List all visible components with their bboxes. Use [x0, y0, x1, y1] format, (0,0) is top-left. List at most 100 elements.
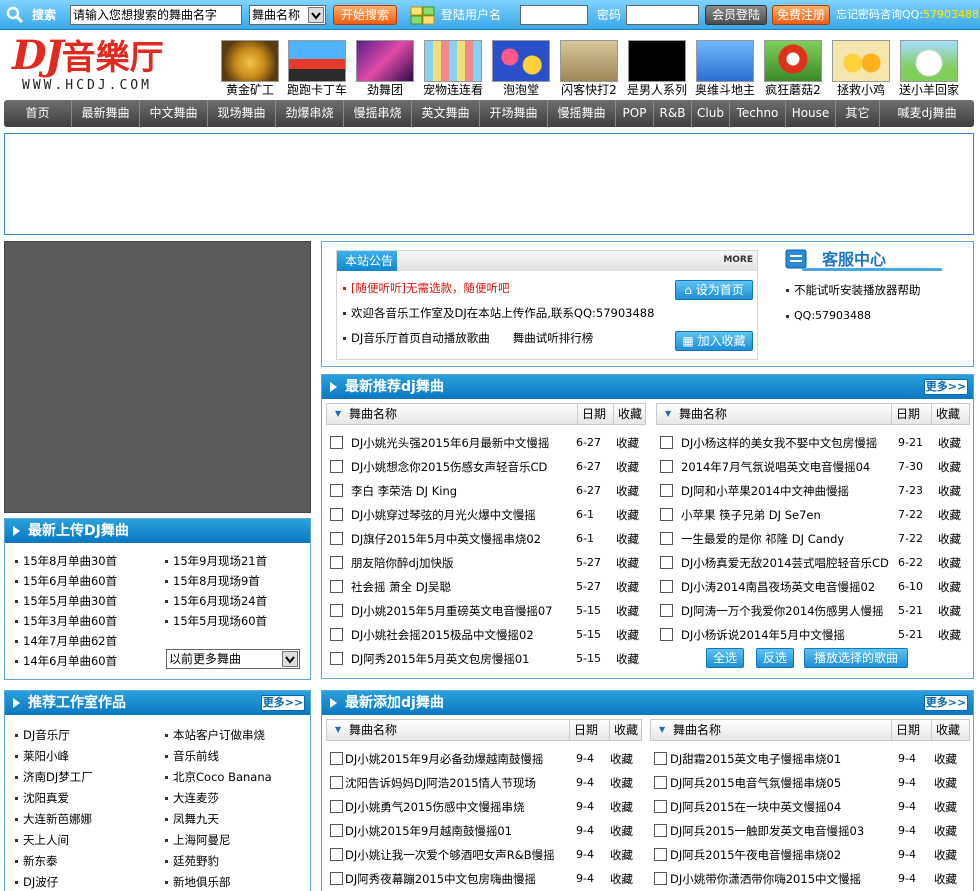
- song-name[interactable]: DJ阿兵2015电音气氛慢摇串烧05: [670, 773, 841, 793]
- song-name[interactable]: DJ阿秀夜幕蹦2015中文包房嗨曲慢摇: [345, 869, 536, 889]
- song-checkbox[interactable]: [654, 848, 667, 861]
- select-all-button[interactable]: 全选: [706, 648, 744, 668]
- song-checkbox[interactable]: [330, 508, 343, 521]
- song-row[interactable]: DJ阿兵2015一触即发英文电音慢摇03 9-4 收藏: [650, 821, 970, 841]
- song-row[interactable]: DJ小姚2015年9月越南鼓慢摇01 9-4 收藏: [326, 821, 644, 841]
- song-checkbox[interactable]: [330, 532, 343, 545]
- member-login-button[interactable]: 会员登陆: [705, 5, 767, 25]
- song-name[interactable]: DJ阿兵2015在一块中英文慢摇04: [670, 797, 841, 817]
- song-row[interactable]: DJ阿兵2015电音气氛慢摇串烧05 9-4 收藏: [650, 773, 970, 793]
- song-name[interactable]: DJ小姚光头强2015年6月最新中文慢摇: [351, 433, 549, 453]
- studio-link[interactable]: 天上人间: [15, 832, 69, 848]
- more-songs-select[interactable]: 以前更多舞曲: [166, 649, 300, 669]
- studio-link[interactable]: 济南DJ梦工厂: [15, 769, 93, 785]
- song-checkbox[interactable]: [660, 628, 673, 641]
- song-favorite-link[interactable]: 收藏: [616, 457, 639, 477]
- song-row[interactable]: DJ小姚光头强2015年6月最新中文慢摇 6-27 收藏: [326, 433, 648, 453]
- song-favorite-link[interactable]: 收藏: [610, 797, 633, 817]
- song-favorite-link[interactable]: 收藏: [616, 433, 639, 453]
- song-checkbox[interactable]: [330, 628, 343, 641]
- song-row[interactable]: DJ小姚让我一次爱个够酒吧女声R&B慢摇 9-4 收藏: [326, 845, 644, 865]
- song-favorite-link[interactable]: 收藏: [938, 601, 961, 621]
- song-name[interactable]: DJ旗仔2015年5月中英文慢摇串烧02: [351, 529, 541, 549]
- game-item[interactable]: 跑跑卡丁车: [285, 40, 349, 98]
- song-favorite-link[interactable]: 收藏: [938, 625, 961, 645]
- upload-link[interactable]: 14年7月单曲62首: [15, 633, 117, 649]
- upload-link[interactable]: 15年8月单曲30首: [15, 553, 117, 569]
- invert-select-button[interactable]: 反选: [756, 648, 794, 668]
- song-favorite-link[interactable]: 收藏: [616, 601, 639, 621]
- song-row[interactable]: DJ小涛2014南昌夜场英文电音慢摇02 6-10 收藏: [656, 577, 972, 597]
- song-favorite-link[interactable]: 收藏: [616, 505, 639, 525]
- song-checkbox[interactable]: [654, 800, 667, 813]
- search-type-select[interactable]: 舞曲名称: [249, 5, 326, 25]
- nav-live[interactable]: 现场舞曲: [208, 100, 276, 127]
- song-checkbox[interactable]: [330, 776, 343, 789]
- nav-club[interactable]: Club: [692, 100, 730, 127]
- game-item[interactable]: 闪客快打2: [557, 40, 621, 98]
- song-name[interactable]: DJ小姚社会摇2015极品中文慢摇02: [351, 625, 534, 645]
- song-name[interactable]: DJ甜霜2015英文电子慢摇串烧01: [670, 749, 841, 769]
- song-name[interactable]: DJ阿秀2015年5月英文包房慢摇01: [351, 649, 529, 669]
- song-favorite-link[interactable]: 收藏: [610, 773, 633, 793]
- song-name[interactable]: DJ小姚2015年9月必备劲爆越南鼓慢摇: [345, 749, 543, 769]
- nav-pop[interactable]: POP: [616, 100, 654, 127]
- song-checkbox[interactable]: [330, 460, 343, 473]
- song-favorite-link[interactable]: 收藏: [616, 481, 639, 501]
- nav-home[interactable]: 首页: [4, 100, 72, 127]
- nav-hot-mix[interactable]: 劲爆串烧: [276, 100, 344, 127]
- upload-link[interactable]: 15年9月现场21首: [165, 553, 267, 569]
- studio-link[interactable]: 北京Coco Banana: [165, 769, 272, 785]
- song-row[interactable]: DJ阿兵2015午夜电音慢摇串烧02 9-4 收藏: [650, 845, 970, 865]
- song-name[interactable]: DJ小杨真爱无敌2014芸式唱腔轻音乐CD: [681, 553, 889, 573]
- upload-link[interactable]: 15年5月单曲30首: [15, 593, 117, 609]
- password-input[interactable]: [626, 5, 699, 25]
- song-row[interactable]: DJ旗仔2015年5月中英文慢摇串烧02 6-1 收藏: [326, 529, 648, 549]
- song-row[interactable]: DJ小杨这样的美女我不娶中文包房慢摇 9-21 收藏: [656, 433, 972, 453]
- song-favorite-link[interactable]: 收藏: [616, 649, 639, 669]
- studio-link[interactable]: 凤舞九天: [165, 811, 219, 827]
- song-name[interactable]: 朋友陪你醉dj加快版: [351, 553, 454, 573]
- song-name[interactable]: 小苹果 筷子兄弟 DJ Se7en: [681, 505, 821, 525]
- song-name[interactable]: DJ阿涛一万个我爱你2014伤感男人慢摇: [681, 601, 884, 621]
- song-row[interactable]: DJ阿秀夜幕蹦2015中文包房嗨曲慢摇 9-4 收藏: [326, 869, 644, 889]
- song-favorite-link[interactable]: 收藏: [610, 821, 633, 841]
- song-checkbox[interactable]: [660, 580, 673, 593]
- upload-link[interactable]: 15年6月现场24首: [165, 593, 267, 609]
- song-row[interactable]: DJ小姚勇气2015伤感中文慢摇串烧 9-4 收藏: [326, 797, 644, 817]
- song-favorite-link[interactable]: 收藏: [934, 845, 957, 865]
- song-name[interactable]: DJ阿和小苹果2014中文神曲慢摇: [681, 481, 849, 501]
- song-row[interactable]: 一生最爱的是你 祁隆 DJ Candy 7-22 收藏: [656, 529, 972, 549]
- studio-link[interactable]: 上海阿曼尼: [165, 832, 231, 848]
- song-name[interactable]: 社会摇 萧全 DJ吴聪: [351, 577, 451, 597]
- nav-rnb[interactable]: R&B: [654, 100, 692, 127]
- song-name[interactable]: DJ阿兵2015一触即发英文电音慢摇03: [670, 821, 864, 841]
- studio-link[interactable]: DJ音乐厅: [15, 727, 70, 743]
- search-input[interactable]: 请输入您想搜索的舞曲名字: [70, 5, 242, 25]
- nav-techno[interactable]: Techno: [730, 100, 786, 127]
- game-item[interactable]: 泡泡堂: [489, 40, 553, 98]
- game-item[interactable]: 劲舞团: [353, 40, 417, 98]
- song-checkbox[interactable]: [330, 556, 343, 569]
- song-row[interactable]: 社会摇 萧全 DJ吴聪 5-27 收藏: [326, 577, 648, 597]
- forgot-password-text[interactable]: 忘记密码咨询QQ:57903488: [836, 0, 979, 30]
- studio-link[interactable]: 大连新芭娜娜: [15, 811, 92, 827]
- song-name[interactable]: DJ阿兵2015午夜电音慢摇串烧02: [670, 845, 841, 865]
- song-favorite-link[interactable]: 收藏: [938, 529, 961, 549]
- upload-link[interactable]: 15年6月单曲60首: [15, 573, 117, 589]
- media-player-area[interactable]: [4, 241, 311, 513]
- song-name[interactable]: DJ小姚想念你2015伤感女声轻音乐CD: [351, 457, 547, 477]
- song-checkbox[interactable]: [660, 460, 673, 473]
- game-item[interactable]: 奥维斗地主: [693, 40, 757, 98]
- play-selected-button[interactable]: 播放选择的歌曲: [804, 648, 908, 668]
- upload-link[interactable]: 15年5月现场60首: [165, 613, 267, 629]
- song-row[interactable]: DJ小姚2015年9月必备劲爆越南鼓慢摇 9-4 收藏: [326, 749, 644, 769]
- game-item[interactable]: 是男人系列: [625, 40, 689, 98]
- song-favorite-link[interactable]: 收藏: [938, 481, 961, 501]
- song-checkbox[interactable]: [330, 752, 343, 765]
- studio-link[interactable]: 莱阳小峰: [15, 748, 69, 764]
- song-row[interactable]: 朋友陪你醉dj加快版 5-27 收藏: [326, 553, 648, 573]
- song-checkbox[interactable]: [330, 436, 343, 449]
- song-name[interactable]: DJ小姚2015年5月重磅英文电音慢摇07: [351, 601, 552, 621]
- song-name[interactable]: DJ小姚勇气2015伤感中文慢摇串烧: [345, 797, 525, 817]
